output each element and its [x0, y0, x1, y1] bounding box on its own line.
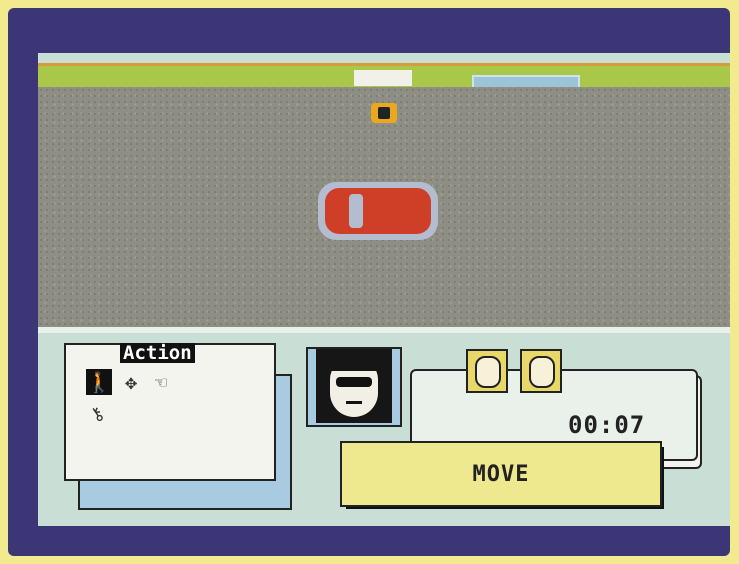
agent-portrait — [316, 349, 392, 423]
car-window — [349, 194, 363, 228]
game-screen: Action 🚶 ✥ ☜ ⚷ 00:07 MOVE — [38, 53, 730, 526]
road-area[interactable] — [38, 87, 730, 327]
suspect-face-icon[interactable] — [520, 349, 562, 393]
mouth — [346, 401, 362, 404]
sunglasses — [336, 377, 372, 387]
action-menu: Action 🚶 ✥ ☜ ⚷ — [64, 343, 276, 481]
action-title: Action — [120, 343, 195, 363]
gate-left — [354, 70, 412, 86]
hand-icon[interactable]: ☜ — [148, 369, 174, 395]
key-icon[interactable]: ⚷ — [79, 396, 115, 432]
monitor-frame: Action 🚶 ✥ ☜ ⚷ 00:07 MOVE — [8, 8, 730, 556]
move-button[interactable]: MOVE — [340, 441, 662, 507]
walk-icon[interactable]: 🚶 — [86, 369, 112, 395]
grass-strip — [38, 63, 730, 91]
timer-readout: 00:07 — [568, 411, 646, 439]
player-car[interactable] — [318, 182, 438, 240]
crosshair-icon[interactable]: ✥ — [118, 369, 144, 395]
hair — [326, 355, 382, 371]
roadside-object[interactable] — [371, 103, 397, 123]
panel-divider — [38, 327, 730, 333]
suspect-face-icon[interactable] — [466, 349, 508, 393]
car-body — [325, 188, 431, 234]
control-panel: Action 🚶 ✥ ☜ ⚷ 00:07 MOVE — [38, 327, 730, 526]
